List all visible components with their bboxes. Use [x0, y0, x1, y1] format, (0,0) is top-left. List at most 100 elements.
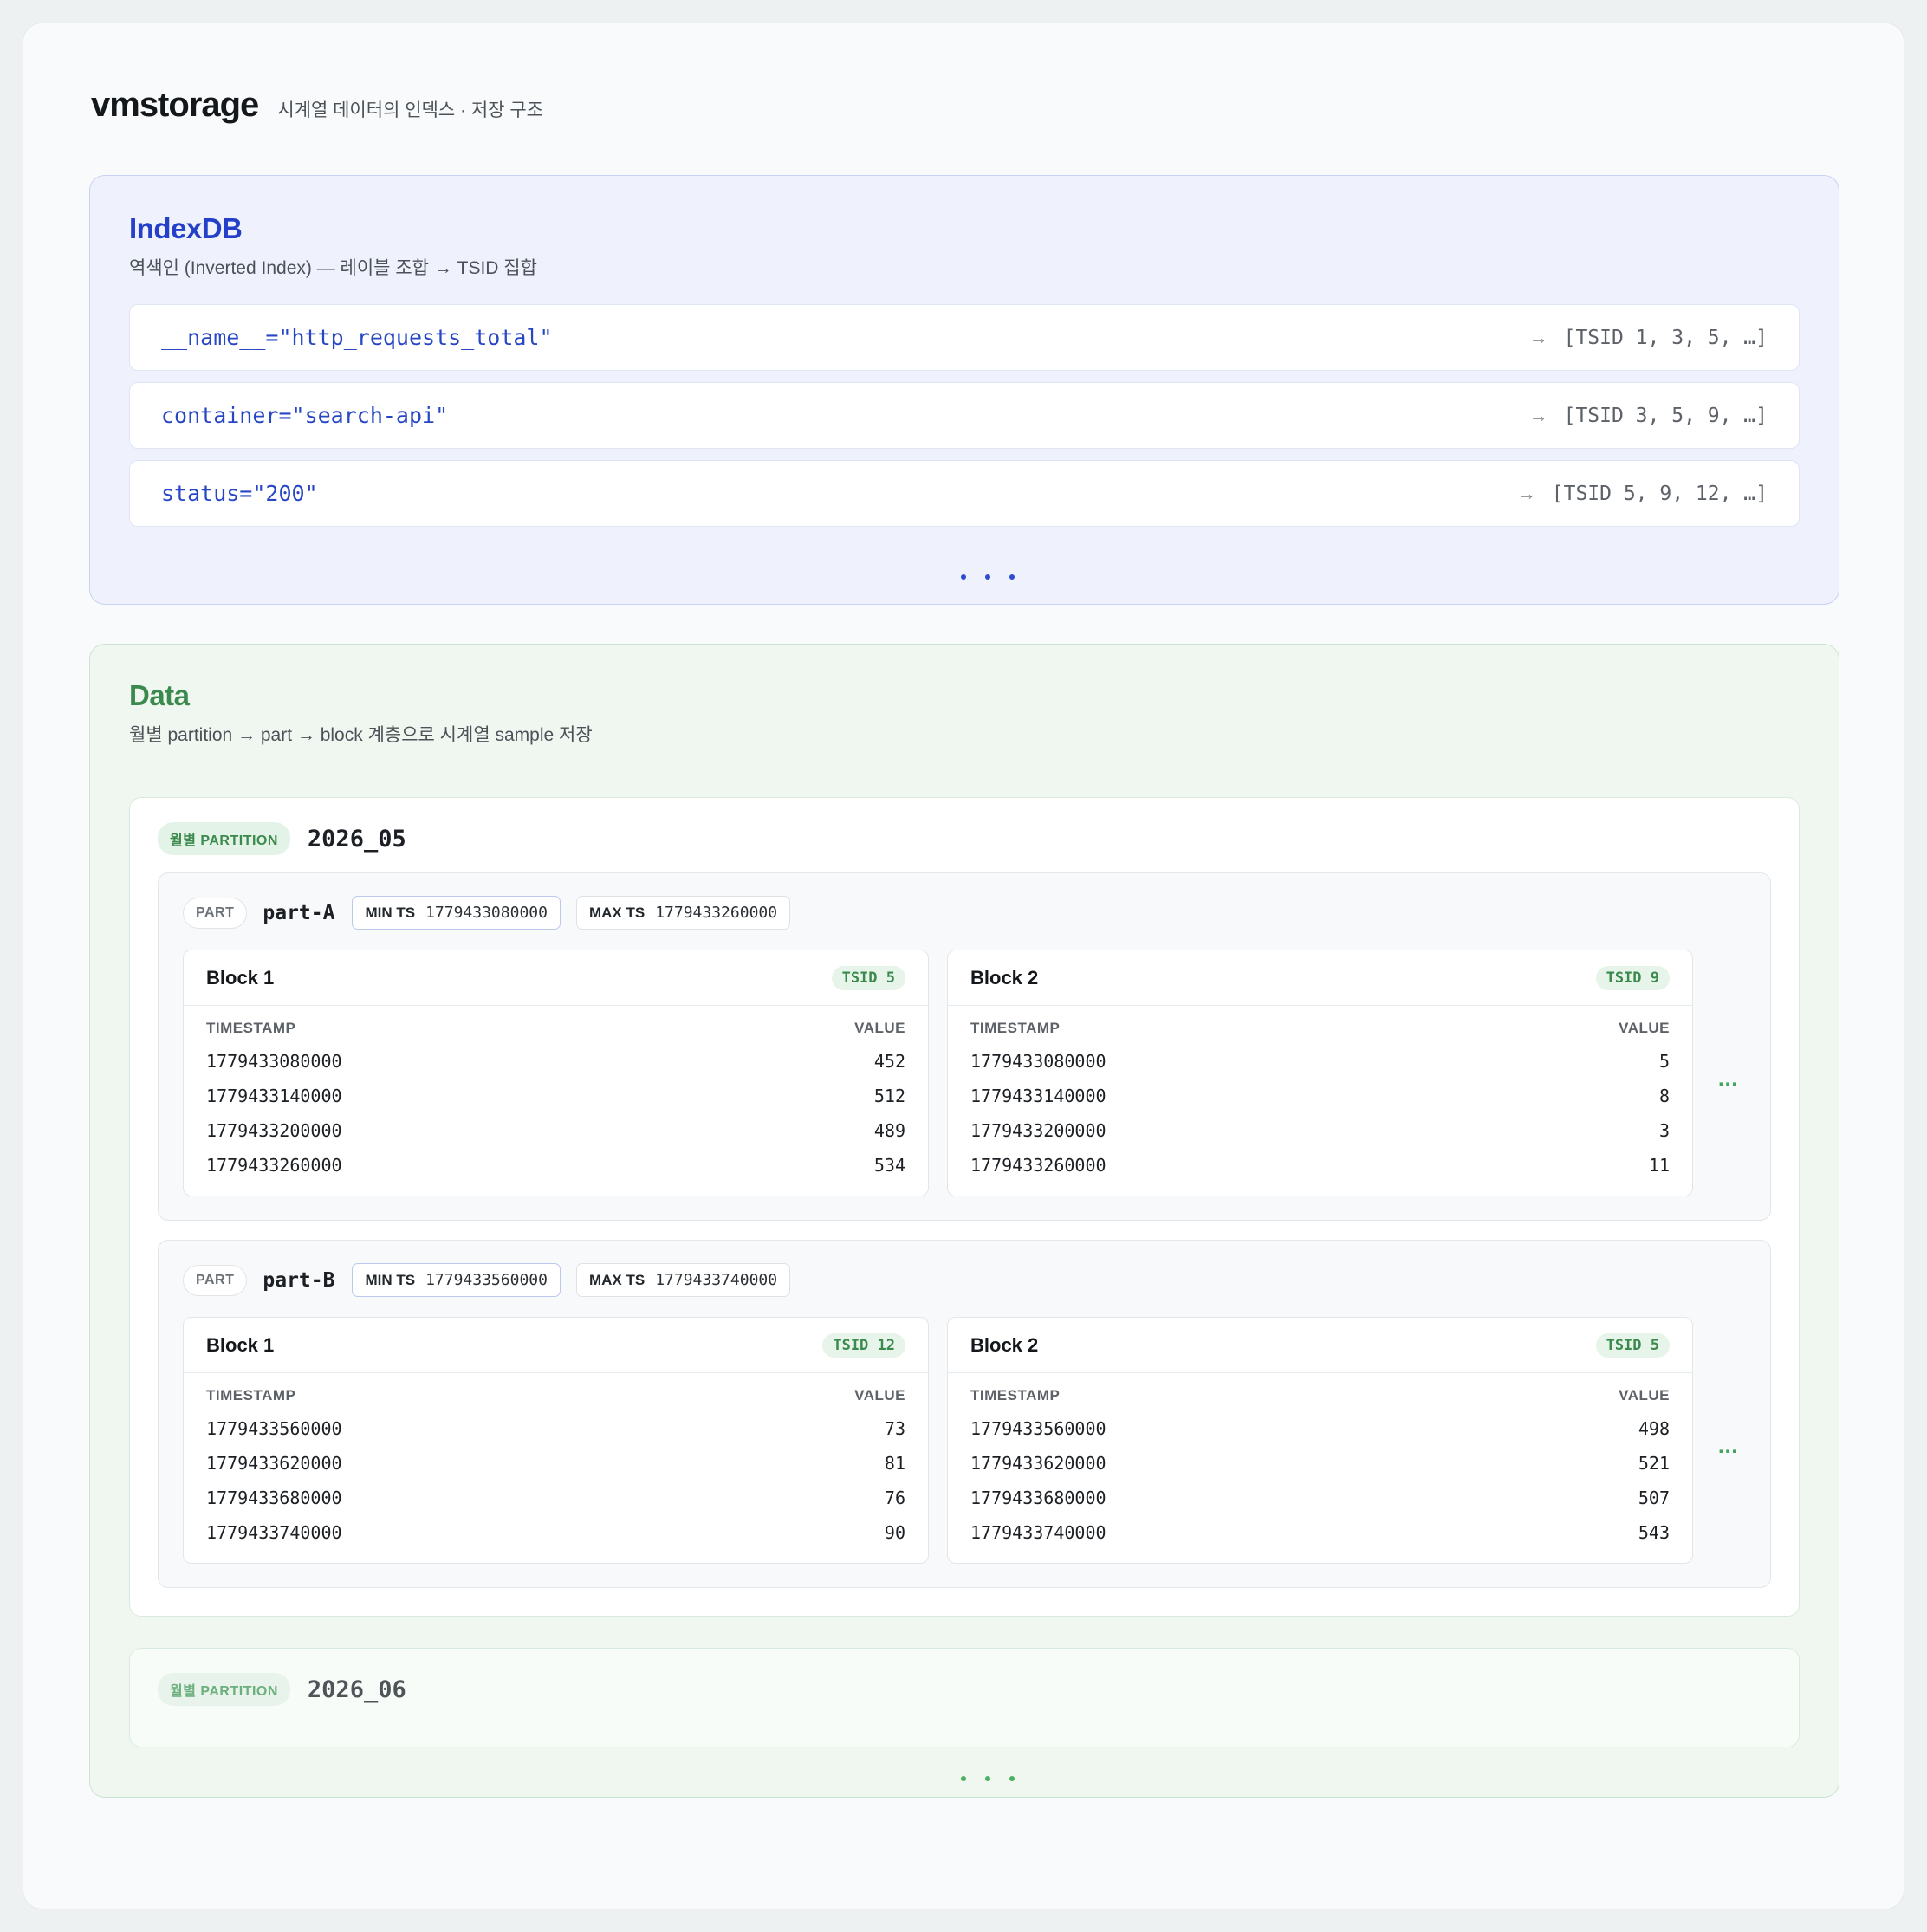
- timestamp-cell: 1779433680000: [970, 1488, 1106, 1508]
- min-ts-value: 1779433560000: [425, 1271, 548, 1289]
- sample-row: 1779433200000 489: [206, 1113, 905, 1148]
- timestamp-cell: 1779433260000: [970, 1155, 1106, 1176]
- timestamp-cell: 1779433680000: [206, 1488, 342, 1508]
- block-title: Block 2: [970, 966, 1039, 989]
- block-card: Block 2 TSID 9 TIMESTAMP VALUE 177943308…: [947, 950, 1693, 1196]
- value-cell: 3: [1658, 1120, 1670, 1141]
- sample-row: 1779433200000 3: [970, 1113, 1670, 1148]
- part-badge: PART: [183, 897, 248, 929]
- index-label: container="search-api": [161, 403, 449, 428]
- block-card: Block 1 TSID 12 TIMESTAMP VALUE 17794335…: [183, 1317, 929, 1564]
- more-blocks-ellipsis: ...: [1718, 1435, 1739, 1458]
- tsid-badge: TSID 12: [822, 1332, 905, 1358]
- column-header-timestamp: TIMESTAMP: [970, 1387, 1061, 1404]
- value-cell: 507: [1638, 1488, 1670, 1508]
- tsid-list: [TSID 1, 3, 5, …]: [1563, 326, 1768, 349]
- value-cell: 90: [884, 1522, 905, 1543]
- page-header: vmstorage 시계열 데이터의 인덱스 · 저장 구조: [91, 86, 543, 125]
- part-a: PART part-A MIN TS 1779433080000 MAX TS …: [158, 872, 1771, 1221]
- value-cell: 11: [1648, 1155, 1670, 1176]
- column-header-timestamp: TIMESTAMP: [970, 1020, 1061, 1036]
- max-ts-label: MAX TS: [588, 904, 646, 921]
- partition-2026-05: 월별 PARTITION 2026_05 PART part-A MIN TS …: [129, 797, 1800, 1617]
- arrow-right-icon: →: [1516, 482, 1536, 504]
- page-canvas: vmstorage 시계열 데이터의 인덱스 · 저장 구조 IndexDB 역…: [23, 23, 1904, 1909]
- timestamp-cell: 1779433080000: [206, 1051, 342, 1072]
- part-name: part-B: [263, 1268, 335, 1292]
- value-cell: 512: [873, 1086, 905, 1106]
- partition-badge: 월별 PARTITION: [158, 822, 290, 855]
- timestamp-cell: 1779433200000: [206, 1120, 342, 1141]
- tsid-badge: TSID 5: [1595, 1332, 1670, 1358]
- value-cell: 5: [1658, 1051, 1670, 1072]
- ellipsis-dots-icon: [961, 574, 1015, 580]
- partition-badge: 월별 PARTITION: [158, 1673, 290, 1706]
- data-subtitle: 월별 partition → part → block 계층으로 시계열 sam…: [129, 725, 593, 745]
- block-card: Block 1 TSID 5 TIMESTAMP VALUE 177943308…: [183, 950, 929, 1196]
- sample-row: 1779433620000 521: [970, 1446, 1670, 1481]
- value-cell: 534: [873, 1155, 905, 1176]
- column-header-value: VALUE: [1619, 1020, 1670, 1036]
- value-cell: 543: [1638, 1522, 1670, 1543]
- timestamp-cell: 1779433560000: [206, 1418, 342, 1439]
- column-header-timestamp: TIMESTAMP: [206, 1020, 296, 1036]
- more-blocks-ellipsis: ...: [1718, 1067, 1739, 1091]
- page-title: vmstorage: [91, 86, 259, 124]
- part-b: PART part-B MIN TS 1779433560000 MAX TS …: [158, 1240, 1771, 1588]
- sample-row: 1779433080000 5: [970, 1044, 1670, 1079]
- timestamp-cell: 1779433560000: [970, 1418, 1106, 1439]
- tsid-badge: TSID 9: [1595, 965, 1670, 990]
- timestamp-cell: 1779433140000: [970, 1086, 1106, 1106]
- partition-name: 2026_05: [307, 825, 406, 853]
- max-ts-label: MAX TS: [588, 1271, 646, 1288]
- sample-row: 1779433140000 512: [206, 1079, 905, 1113]
- tsid-badge: TSID 5: [831, 965, 905, 990]
- value-cell: 489: [873, 1120, 905, 1141]
- value-cell: 452: [873, 1051, 905, 1072]
- value-cell: 73: [884, 1418, 905, 1439]
- max-ts-value: 1779433740000: [655, 1271, 778, 1289]
- timestamp-cell: 1779433140000: [206, 1086, 342, 1106]
- partition-2026-06: 월별 PARTITION 2026_06: [129, 1648, 1800, 1747]
- timestamp-cell: 1779433740000: [970, 1522, 1106, 1543]
- indexdb-subtitle: 역색인 (Inverted Index) — 레이블 조합 → TSID 집합: [129, 258, 537, 278]
- data-title: Data: [129, 679, 190, 711]
- block-title: Block 1: [206, 1333, 275, 1356]
- value-cell: 8: [1658, 1086, 1670, 1106]
- index-entry: container="search-api" → [TSID 3, 5, 9, …: [129, 382, 1800, 449]
- value-cell: 81: [884, 1453, 905, 1474]
- sample-row: 1779433140000 8: [970, 1079, 1670, 1113]
- timestamp-cell: 1779433200000: [970, 1120, 1106, 1141]
- sample-row: 1779433620000 81: [206, 1446, 905, 1481]
- index-entry: status="200" → [TSID 5, 9, 12, …]: [129, 460, 1800, 527]
- min-ts-chip: MIN TS 1779433560000: [352, 1263, 561, 1297]
- index-label: status="200": [161, 481, 318, 506]
- ellipsis-dots-icon: [961, 1776, 1015, 1781]
- part-badge: PART: [183, 1264, 248, 1296]
- value-cell: 76: [884, 1488, 905, 1508]
- value-cell: 498: [1638, 1418, 1670, 1439]
- timestamp-cell: 1779433620000: [970, 1453, 1106, 1474]
- sample-row: 1779433680000 507: [970, 1481, 1670, 1515]
- sample-row: 1779433260000 534: [206, 1148, 905, 1183]
- tsid-list: [TSID 3, 5, 9, …]: [1563, 404, 1768, 427]
- column-header-value: VALUE: [854, 1387, 905, 1404]
- sample-row: 1779433080000 452: [206, 1044, 905, 1079]
- sample-row: 1779433560000 73: [206, 1411, 905, 1446]
- block-card: Block 2 TSID 5 TIMESTAMP VALUE 177943356…: [947, 1317, 1693, 1564]
- tsid-list: [TSID 5, 9, 12, …]: [1551, 482, 1768, 505]
- part-name: part-A: [263, 901, 335, 924]
- data-section: Data 월별 partition → part → block 계층으로 시계…: [89, 644, 1839, 1798]
- sample-row: 1779433680000 76: [206, 1481, 905, 1515]
- min-ts-label: MIN TS: [365, 1271, 416, 1288]
- min-ts-value: 1779433080000: [425, 904, 548, 922]
- sample-row: 1779433740000 543: [970, 1515, 1670, 1550]
- timestamp-cell: 1779433740000: [206, 1522, 342, 1543]
- column-header-value: VALUE: [854, 1020, 905, 1036]
- column-header-value: VALUE: [1619, 1387, 1670, 1404]
- value-cell: 521: [1638, 1453, 1670, 1474]
- max-ts-chip: MAX TS 1779433260000: [575, 896, 791, 930]
- page-subtitle: 시계열 데이터의 인덱스 · 저장 구조: [277, 100, 543, 120]
- partition-name: 2026_06: [307, 1676, 406, 1703]
- block-title: Block 2: [970, 1333, 1039, 1356]
